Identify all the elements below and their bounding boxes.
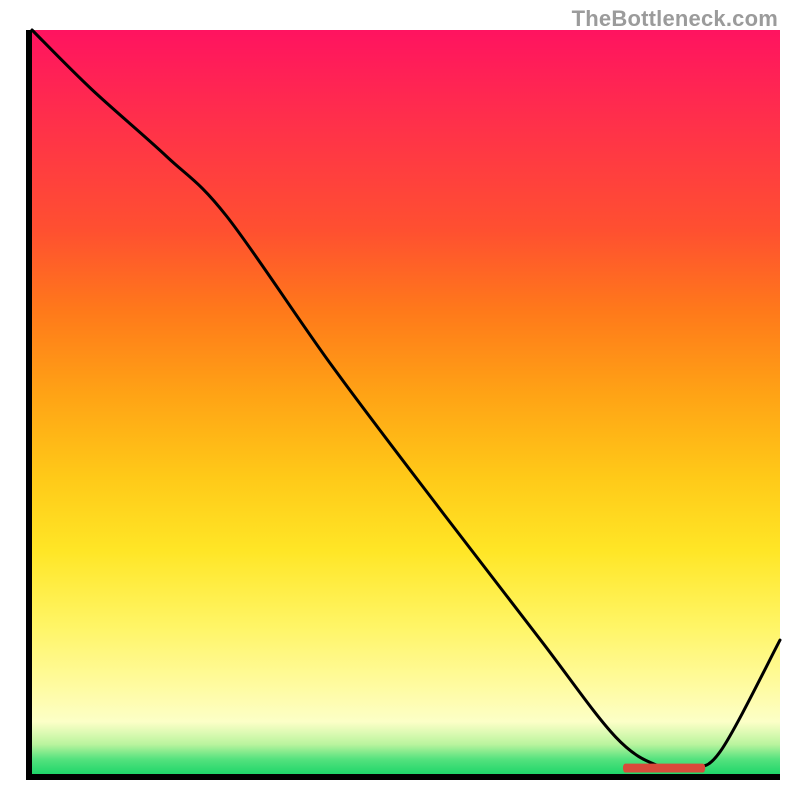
curve-overlay — [32, 30, 780, 774]
chart-frame: TheBottleneck.com — [0, 0, 800, 800]
optimal-zone-marker — [623, 764, 705, 773]
bottleneck-curve-path — [32, 30, 780, 769]
plot-area — [26, 30, 780, 780]
watermark-text: TheBottleneck.com — [572, 6, 778, 32]
